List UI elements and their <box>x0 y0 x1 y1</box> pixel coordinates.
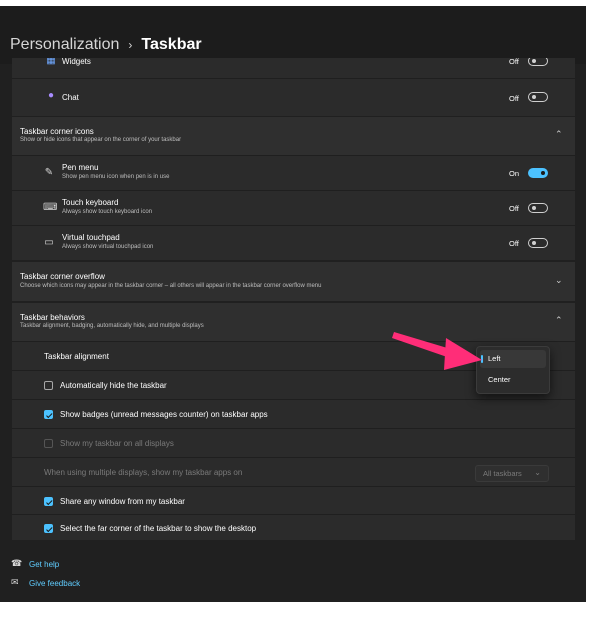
chevron-up-icon[interactable]: ⌃ <box>555 315 563 326</box>
give-feedback-link[interactable]: Give feedback <box>29 579 80 588</box>
chat-row[interactable]: ● Chat Off <box>12 79 575 116</box>
all-displays-row: Show my taskbar on all displays <box>12 429 575 457</box>
breadcrumb: Personalization › Taskbar <box>10 36 202 54</box>
corner-icons-subtitle: Show or hide icons that appear on the co… <box>20 137 182 143</box>
all-displays-checkbox[interactable] <box>44 439 53 448</box>
chat-state: Off <box>509 94 519 103</box>
pen-menu-label: Pen menu <box>62 163 99 172</box>
badges-row[interactable]: Show badges (unread messages counter) on… <box>12 400 575 428</box>
touchpad-icon: ▭ <box>44 237 54 248</box>
corner-overflow-card[interactable]: Taskbar corner overflow Choose which ico… <box>12 262 575 301</box>
share-window-checkbox[interactable] <box>44 497 53 506</box>
settings-window: Personalization › Taskbar ▦ Widgets Off … <box>0 6 586 602</box>
corner-overflow-subtitle: Choose which icons may appear in the tas… <box>20 283 322 289</box>
far-corner-label: Select the far corner of the taskbar to … <box>60 524 257 533</box>
touch-keyboard-toggle[interactable] <box>528 203 548 213</box>
pen-menu-state: On <box>509 169 520 178</box>
help-icon: ☎ <box>11 558 23 568</box>
keyboard-icon: ⌨ <box>43 202 58 213</box>
breadcrumb-chevron-icon: › <box>128 38 133 52</box>
badges-label: Show badges (unread messages counter) on… <box>60 410 268 419</box>
badges-checkbox[interactable] <box>44 410 53 419</box>
widgets-toggle[interactable] <box>528 58 548 66</box>
widgets-icon: ▦ <box>46 58 56 66</box>
chat-label: Chat <box>62 93 79 102</box>
behaviors-card: Taskbar behaviors Taskbar alignment, bad… <box>12 303 575 540</box>
widgets-label: Widgets <box>62 58 91 66</box>
multi-display-select[interactable]: All taskbars ⌄ <box>475 465 549 482</box>
behaviors-subtitle: Taskbar alignment, badging, automaticall… <box>20 323 204 329</box>
breadcrumb-parent[interactable]: Personalization <box>10 36 119 54</box>
virtual-touchpad-state: Off <box>509 239 519 248</box>
share-window-row[interactable]: Share any window from my taskbar <box>12 487 575 514</box>
touch-keyboard-state: Off <box>509 204 519 213</box>
top-items-card: ▦ Widgets Off ● Chat Off <box>12 58 575 116</box>
multi-display-label: When using multiple displays, show my ta… <box>44 468 243 477</box>
all-displays-label: Show my taskbar on all displays <box>60 439 174 448</box>
pen-icon: ✎ <box>44 167 54 178</box>
feedback-icon: ✉ <box>11 577 19 587</box>
chevron-down-icon: ⌄ <box>534 468 541 477</box>
pen-menu-row[interactable]: ✎ Pen menu Show pen menu icon when pen i… <box>12 156 575 190</box>
share-window-label: Share any window from my taskbar <box>60 497 185 506</box>
touch-keyboard-desc: Always show touch keyboard icon <box>62 209 153 215</box>
alignment-option-left[interactable]: Left <box>480 350 546 368</box>
virtual-touchpad-row[interactable]: ▭ Virtual touchpad Always show virtual t… <box>12 226 575 260</box>
get-help-link[interactable]: Get help <box>29 560 59 569</box>
widgets-row[interactable]: ▦ Widgets Off <box>12 58 575 76</box>
auto-hide-checkbox[interactable] <box>44 381 53 390</box>
virtual-touchpad-toggle[interactable] <box>528 238 548 248</box>
alignment-option-center[interactable]: Center <box>480 371 546 389</box>
far-corner-row[interactable]: Select the far corner of the taskbar to … <box>12 515 575 540</box>
pen-menu-desc: Show pen menu icon when pen is in use <box>62 174 170 180</box>
corner-overflow-title: Taskbar corner overflow <box>20 272 105 281</box>
chat-toggle[interactable] <box>528 92 548 102</box>
virtual-touchpad-label: Virtual touchpad <box>62 233 120 242</box>
corner-icons-header[interactable]: Taskbar corner icons Show or hide icons … <box>12 117 575 155</box>
page-title: Taskbar <box>141 36 202 53</box>
corner-icons-title: Taskbar corner icons <box>20 127 94 136</box>
chat-icon: ● <box>47 90 55 101</box>
multi-display-value: All taskbars <box>483 469 522 478</box>
behaviors-header[interactable]: Taskbar behaviors Taskbar alignment, bad… <box>12 303 575 341</box>
pen-menu-toggle[interactable] <box>528 168 548 178</box>
touch-keyboard-label: Touch keyboard <box>62 198 119 207</box>
behaviors-title: Taskbar behaviors <box>20 313 85 322</box>
chevron-up-icon[interactable]: ⌃ <box>555 129 563 140</box>
title-bar: Personalization › Taskbar <box>0 6 586 64</box>
virtual-touchpad-desc: Always show virtual touchpad icon <box>62 244 154 250</box>
alignment-dropdown[interactable]: Left Center <box>476 346 550 394</box>
corner-icons-card: Taskbar corner icons Show or hide icons … <box>12 117 575 260</box>
touch-keyboard-row[interactable]: ⌨ Touch keyboard Always show touch keybo… <box>12 191 575 225</box>
annotation-arrow <box>392 332 482 370</box>
alignment-label: Taskbar alignment <box>44 352 109 361</box>
widgets-state: Off <box>509 58 519 66</box>
far-corner-checkbox[interactable] <box>44 524 53 533</box>
auto-hide-label: Automatically hide the taskbar <box>60 381 167 390</box>
chevron-down-icon[interactable]: ⌄ <box>555 275 563 286</box>
